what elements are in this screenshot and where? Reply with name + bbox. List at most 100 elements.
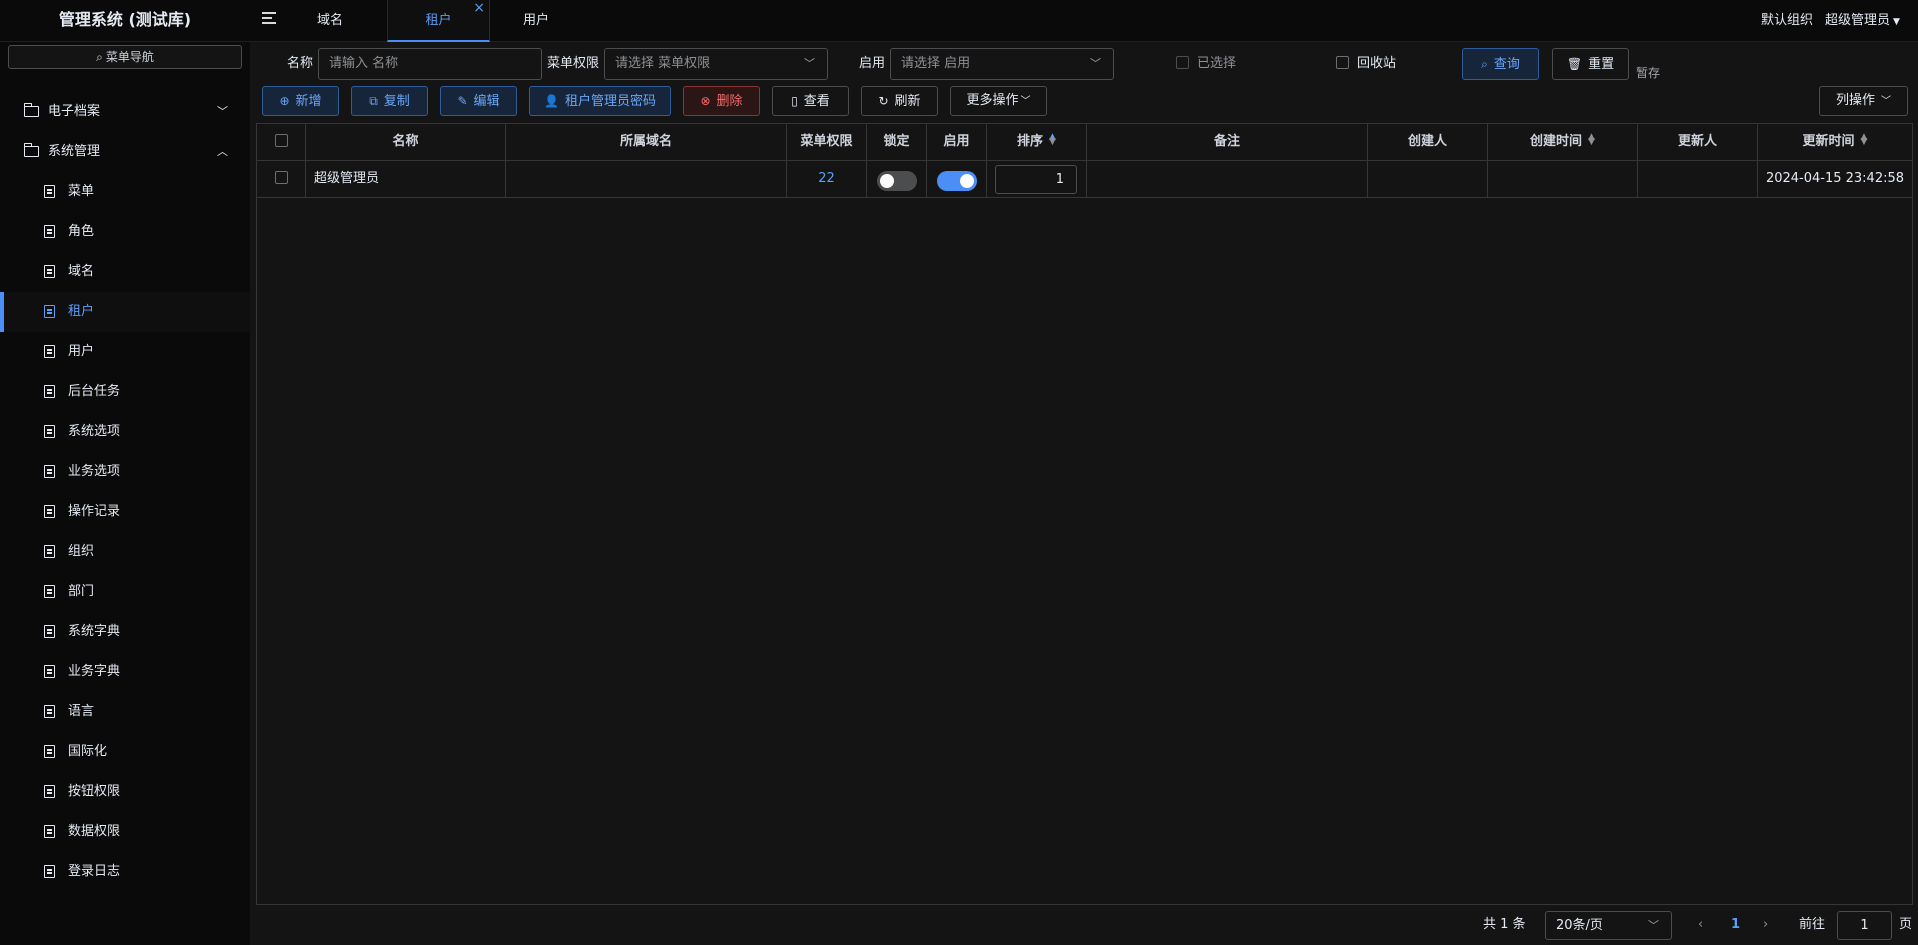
enabled-toggle[interactable] [937, 171, 977, 191]
column-settings-button[interactable]: 列操作 ﹀ [1819, 86, 1908, 116]
page-size-select[interactable]: 20条/页 ﹀ [1545, 911, 1672, 940]
sidebar-group-archives[interactable]: 电子档案 ﹀ [0, 92, 250, 132]
menu-permission-select[interactable]: 请选择 菜单权限 ﹀ [604, 48, 828, 80]
recycle-bin-label: 回收站 [1357, 56, 1397, 71]
header-locked: 锁定 [867, 124, 927, 160]
select-all-checkbox[interactable] [274, 134, 288, 147]
sidebar-item-label: 按钮权限 [68, 784, 121, 799]
sidebar-item-role[interactable]: 角色 [0, 212, 250, 252]
folder-icon [23, 103, 39, 117]
order-input[interactable]: 1 [995, 165, 1077, 194]
sidebar-item-button-permission[interactable]: 按钮权限 [0, 772, 250, 812]
document-icon [44, 865, 55, 878]
sidebar-item-label: 数据权限 [68, 824, 121, 839]
column-settings-label: 列操作 [1835, 93, 1875, 108]
query-button[interactable]: ⌕ 查询 [1462, 48, 1539, 80]
tab-tenant[interactable]: 租户 × [387, 0, 490, 42]
refresh-icon: ↻ [878, 94, 889, 108]
book-icon: ▯ [791, 94, 798, 108]
sidebar-item-user[interactable]: 用户 [0, 332, 250, 372]
sidebar-item-department[interactable]: 部门 [0, 572, 250, 612]
sidebar-item-tenant[interactable]: 租户 [0, 292, 250, 332]
document-icon [44, 665, 55, 678]
edit-button-label: 编辑 [473, 94, 500, 109]
tab-domain[interactable]: 域名 [298, 0, 362, 42]
name-filter-input[interactable]: 请输入 名称 [318, 48, 542, 80]
trash-icon: 🗑 [1566, 57, 1583, 71]
delete-button[interactable]: ⊗ 删除 [683, 86, 760, 116]
cell-enabled [927, 161, 987, 197]
document-icon [44, 225, 55, 238]
header-updated-at[interactable]: 更新时间 ▲ ▼ [1758, 124, 1912, 160]
search-icon: ⌕ [1481, 57, 1488, 71]
sort-icon: ▲ ▼ [1049, 132, 1056, 147]
sidebar-item-business-dict[interactable]: 业务字典 [0, 652, 250, 692]
goto-label: 前往 [1799, 917, 1826, 932]
sidebar-item-organization[interactable]: 组织 [0, 532, 250, 572]
menu-permission-placeholder: 请选择 菜单权限 [615, 56, 711, 71]
name-filter-label: 名称 [287, 56, 314, 71]
recycle-bin-checkbox[interactable]: 回收站 [1336, 56, 1396, 72]
more-actions-label: 更多操作 [966, 93, 1019, 108]
org-switcher[interactable]: 默认组织 [1761, 0, 1813, 42]
add-button[interactable]: ⊕ 新增 [262, 86, 339, 116]
cell-order: 1 [987, 161, 1087, 197]
sidebar-item-label: 国际化 [68, 744, 108, 759]
reset-button-label: 重置 [1588, 57, 1615, 72]
cell-menu-permission-link[interactable]: 22 [787, 161, 867, 197]
sidebar-item-business-option[interactable]: 业务选项 [0, 452, 250, 492]
user-name: 超级管理员 [1825, 13, 1891, 28]
close-icon[interactable]: × [473, 0, 485, 29]
tab-user[interactable]: 用户 [504, 0, 568, 42]
sidebar-item-background-task[interactable]: 后台任务 [0, 372, 250, 412]
document-icon [44, 545, 55, 558]
refresh-button[interactable]: ↻ 刷新 [861, 86, 938, 116]
sidebar-item-i18n[interactable]: 国际化 [0, 732, 250, 772]
copy-button[interactable]: ⧉ 复制 [351, 86, 428, 116]
sidebar-item-data-permission[interactable]: 数据权限 [0, 812, 250, 852]
sidebar-item-domain[interactable]: 域名 [0, 252, 250, 292]
header-created-at[interactable]: 创建时间 ▲ ▼ [1488, 124, 1638, 160]
menu-search-placeholder: 菜单导航 [105, 50, 154, 64]
page-number-current[interactable]: 1 [1731, 910, 1740, 940]
sidebar-item-label: 租户 [68, 304, 95, 319]
view-button[interactable]: ▯ 查看 [772, 86, 849, 116]
refresh-button-label: 刷新 [894, 94, 921, 109]
table-header: 名称 所属域名 菜单权限 锁定 启用 排序 ▲ ▼ 备注 创建人 创建时间 ▲ ▼ 更新… [257, 124, 1912, 161]
enabled-filter-select[interactable]: 请选择 启用 ﹀ [890, 48, 1114, 80]
menu-search-input[interactable]: ⌕ 菜单导航 [8, 45, 242, 69]
row-checkbox[interactable] [274, 171, 288, 184]
locked-toggle[interactable] [877, 171, 917, 191]
sidebar-item-system-option[interactable]: 系统选项 [0, 412, 250, 452]
menu-toggle-icon[interactable] [258, 12, 276, 28]
sidebar-item-language[interactable]: 语言 [0, 692, 250, 732]
sidebar: ⌕ 菜单导航 电子档案 ﹀ 系统管理 ︿ 菜单 角色 域名 租户 用户 后台任务 … [0, 42, 250, 945]
table-row[interactable]: 超级管理员 22 1 2024-04-15 23:42:58 [257, 161, 1912, 198]
user-menu[interactable]: 超级管理员 ▼ [1825, 0, 1900, 42]
document-icon [44, 185, 55, 198]
selected-only-checkbox[interactable]: 已选择 [1176, 56, 1236, 72]
search-icon: ⌕ [96, 50, 103, 64]
sidebar-item-system-dict[interactable]: 系统字典 [0, 612, 250, 652]
sidebar-group-system[interactable]: 系统管理 ︿ [0, 132, 250, 172]
goto-page-input[interactable]: 1 [1837, 911, 1892, 940]
sidebar-item-label: 系统选项 [68, 424, 121, 439]
view-button-label: 查看 [803, 94, 830, 109]
cell-locked [867, 161, 927, 197]
tenant-admin-password-button[interactable]: 👤 租户管理员密码 [529, 86, 671, 116]
plus-circle-icon: ⊕ [279, 94, 290, 108]
header-order[interactable]: 排序 ▲ ▼ [987, 124, 1087, 160]
toggle-knob [880, 174, 894, 188]
reset-button[interactable]: 🗑 重置 [1552, 48, 1629, 80]
edit-button[interactable]: ✎ 编辑 [440, 86, 517, 116]
sidebar-item-operation-log[interactable]: 操作记录 [0, 492, 250, 532]
sidebar-item-login-log[interactable]: 登录日志 [0, 852, 250, 892]
more-actions-button[interactable]: 更多操作 ﹀ [950, 86, 1047, 116]
next-page-icon[interactable]: › [1763, 910, 1768, 940]
query-button-label: 查询 [1493, 57, 1520, 72]
stash-link[interactable]: 暂存 [1636, 64, 1660, 81]
name-filter-placeholder: 请输入 名称 [329, 56, 399, 71]
sidebar-item-label: 角色 [68, 224, 95, 239]
sidebar-item-menu[interactable]: 菜单 [0, 172, 250, 212]
prev-page-icon[interactable]: ‹ [1698, 910, 1703, 940]
